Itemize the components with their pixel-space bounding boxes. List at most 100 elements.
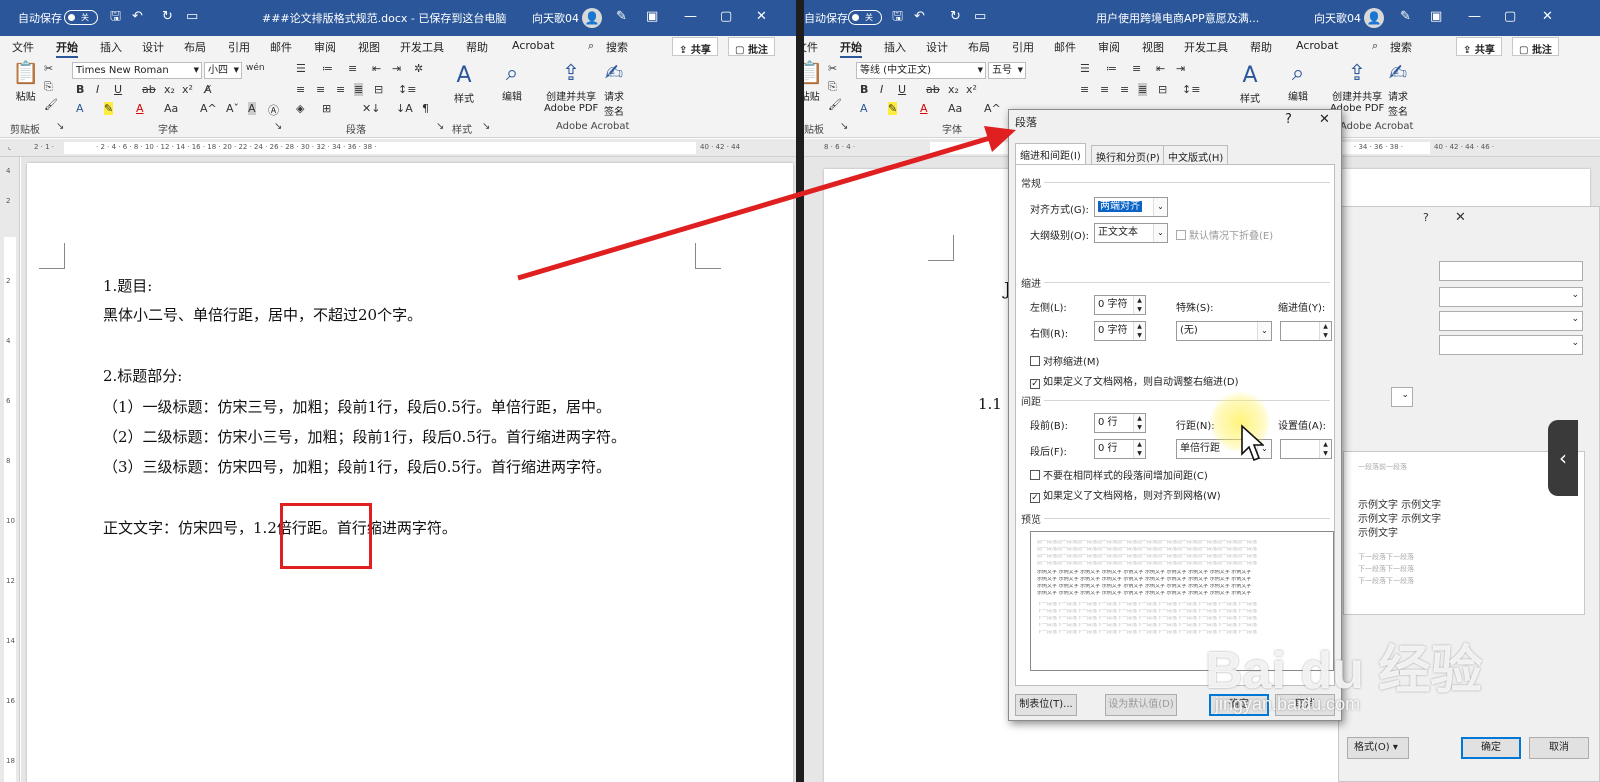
tab-review[interactable]: 审阅: [314, 39, 336, 55]
customize-icon[interactable]: ▭: [186, 9, 198, 25]
spinner-icon[interactable]: ▲ ▼: [1133, 296, 1145, 314]
grow-font-icon[interactable]: A^: [200, 102, 217, 115]
align-right-icon[interactable]: ≡: [336, 83, 345, 96]
text-effects-icon[interactable]: A: [860, 102, 868, 115]
increase-indent-icon[interactable]: ⇥: [392, 62, 401, 75]
undo-icon[interactable]: ↶: [132, 9, 143, 25]
align-center-icon[interactable]: ≡: [1100, 83, 1109, 96]
collapse-panel-button[interactable]: ‹: [1548, 420, 1578, 496]
style-type-select[interactable]: ⌄: [1439, 287, 1583, 307]
avatar[interactable]: 👤: [1364, 8, 1384, 28]
tab-developer[interactable]: 开发工具: [1184, 39, 1228, 55]
doc-line-2[interactable]: 黑体小二号、单倍行距，居中，不超过20个字。: [103, 304, 422, 325]
ribbon-display-icon[interactable]: ▣: [1430, 9, 1442, 25]
tab-design[interactable]: 设计: [926, 39, 948, 55]
phonetic-icon[interactable]: wén: [246, 63, 265, 73]
undo-icon[interactable]: ↶: [914, 9, 925, 25]
tab-home[interactable]: 开始: [56, 39, 78, 58]
pen-icon[interactable]: ✎: [1400, 9, 1411, 25]
dialog-launcher-icon[interactable]: ↘: [56, 121, 64, 132]
redo-icon[interactable]: ↻: [162, 9, 173, 25]
font-color-icon[interactable]: A: [920, 102, 928, 115]
font-size-box[interactable]: 小四 ▼: [204, 62, 242, 79]
font-color-icon[interactable]: A: [136, 102, 144, 115]
tab-view[interactable]: 视图: [358, 39, 380, 55]
maximize-icon[interactable]: ▢: [1504, 9, 1516, 25]
search-icon[interactable]: ⌕: [1372, 39, 1378, 53]
search-label[interactable]: 搜索: [1390, 39, 1412, 55]
bullets-icon[interactable]: ☰: [296, 62, 306, 75]
help-icon[interactable]: ?: [1423, 211, 1429, 224]
spacing-after-input[interactable]: 0 行 ▲ ▼: [1094, 439, 1146, 459]
paste-button[interactable]: 📋 粘贴: [804, 60, 823, 103]
distributed-icon[interactable]: ⊟: [1158, 83, 1167, 96]
collapse-by-default-checkbox[interactable]: 默认情况下折叠(E): [1176, 227, 1273, 242]
align-left-icon[interactable]: ≡: [1080, 83, 1089, 96]
close-icon[interactable]: ✕: [1542, 9, 1553, 25]
comments-button[interactable]: ▢ 批注: [728, 37, 775, 56]
spinner-icon[interactable]: ▲ ▼: [1133, 414, 1145, 432]
editing-button[interactable]: ⌕ 编辑: [1288, 60, 1308, 103]
line-spacing-icon[interactable]: ↕≡: [1182, 83, 1200, 96]
paste-button[interactable]: 📋 粘贴: [12, 60, 39, 103]
char-shading-icon[interactable]: A: [248, 102, 256, 115]
document-page[interactable]: 1.题目: 黑体小二号、单倍行距，居中，不超过20个字。 2.标题部分: （1）…: [27, 163, 793, 782]
tab-indents-spacing[interactable]: 缩进和间距(I): [1015, 143, 1086, 165]
spacing-before-input[interactable]: 0 行 ▲ ▼: [1094, 413, 1146, 433]
help-icon[interactable]: ?: [1285, 112, 1292, 127]
left-indent-input[interactable]: 0 字符 ▲ ▼: [1094, 295, 1146, 315]
bullets-icon[interactable]: ☰: [1080, 62, 1090, 75]
autosave-toggle[interactable]: 关: [64, 10, 98, 25]
tab-asian-typography[interactable]: 中文版式(H): [1163, 145, 1229, 165]
outline-level-select[interactable]: 正文文本 ⌄: [1094, 223, 1168, 243]
font-name-box[interactable]: 等线 (中文正文) ▼: [856, 62, 986, 79]
pen-icon[interactable]: ✎: [616, 9, 627, 25]
spinner-icon[interactable]: ▲ ▼: [1319, 322, 1331, 340]
style-based-select[interactable]: ⌄: [1439, 311, 1583, 331]
close-icon[interactable]: ✕: [1319, 112, 1330, 127]
increase-indent-icon[interactable]: ⇥: [1176, 62, 1185, 75]
copy-icon[interactable]: ⎘: [828, 80, 837, 94]
align-center-icon[interactable]: ≡: [316, 83, 325, 96]
snap-to-grid-checkbox[interactable]: ✓ 如果定义了文档网格，则对齐到网格(W): [1030, 487, 1221, 503]
maximize-icon[interactable]: ▢: [720, 9, 732, 25]
share-button[interactable]: ⇪ 共享: [1456, 37, 1502, 56]
tab-acrobat[interactable]: Acrobat: [1296, 39, 1338, 52]
tab-line-page-breaks[interactable]: 换行和分页(P): [1091, 145, 1165, 165]
avatar[interactable]: 👤: [582, 8, 602, 28]
doc-line-3[interactable]: 2.标题部分:: [103, 365, 182, 386]
style-ok-button[interactable]: 确定: [1461, 737, 1521, 759]
superscript-icon[interactable]: x²: [182, 83, 193, 96]
text-effects-icon[interactable]: A: [76, 102, 84, 115]
doc-line-5[interactable]: （2）二级标题：仿宋小三号，加粗；段前1行，段后0.5行。首行缩进两字符。: [103, 426, 626, 447]
superscript-icon[interactable]: x²: [966, 83, 977, 96]
style-cancel-button[interactable]: 取消: [1529, 737, 1589, 759]
sort-az-icon[interactable]: ↓A: [396, 102, 413, 115]
vertical-ruler[interactable]: 4 2 2 4 6 8 10 12 14 16 18: [0, 157, 20, 782]
tab-insert[interactable]: 插入: [100, 39, 122, 55]
save-icon[interactable]: 🖫: [892, 9, 903, 25]
strikethrough-icon[interactable]: ab: [142, 83, 156, 96]
dialog-launcher-icon[interactable]: ↘: [482, 121, 490, 132]
styles-button[interactable]: A 样式: [454, 62, 474, 105]
tab-selector-icon[interactable]: ⌞: [8, 143, 11, 151]
request-signature-button[interactable]: ✍ 请求 签名: [604, 60, 624, 118]
change-case-icon[interactable]: Aa: [948, 102, 962, 115]
tab-help[interactable]: 帮助: [466, 39, 488, 55]
close-icon[interactable]: ✕: [756, 9, 767, 25]
multilevel-list-icon[interactable]: ≡: [1132, 62, 1141, 75]
highlight-icon[interactable]: ✎: [104, 102, 114, 115]
tab-view[interactable]: 视图: [1142, 39, 1164, 55]
style-next-select[interactable]: ⌄: [1439, 335, 1583, 355]
change-case-icon[interactable]: Aa: [164, 102, 178, 115]
tabs-button[interactable]: 制表位(T)...: [1015, 694, 1077, 716]
shrink-font-icon[interactable]: Aˇ: [226, 102, 239, 115]
subscript-icon[interactable]: x₂: [948, 83, 959, 96]
sort-icon[interactable]: ✕↓: [362, 102, 380, 115]
indent-by-input[interactable]: ▲ ▼: [1280, 321, 1332, 341]
special-indent-select[interactable]: (无) ⌄: [1176, 321, 1272, 341]
decrease-indent-icon[interactable]: ⇤: [372, 62, 381, 75]
doc-fragment-number[interactable]: 1.1: [978, 395, 1002, 413]
cut-icon[interactable]: ✂: [828, 62, 837, 75]
paragraph-dialog-launcher-icon[interactable]: ↘: [436, 121, 444, 132]
